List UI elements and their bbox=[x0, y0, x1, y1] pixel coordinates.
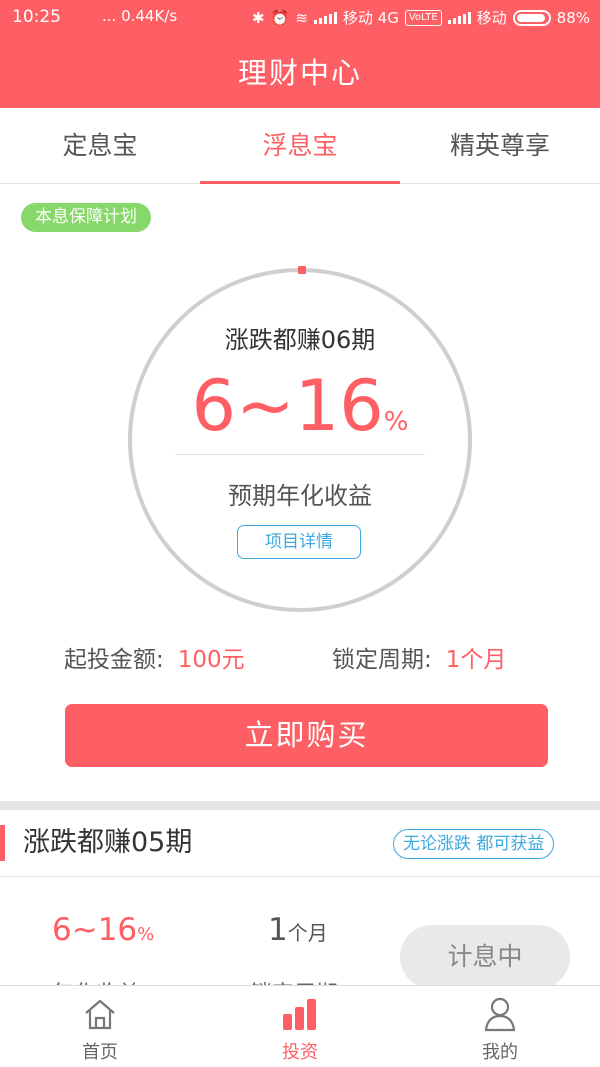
tab-fixed-interest[interactable]: 定息宝 bbox=[0, 108, 200, 183]
status-right: ✱ ⏰ ≋ 移动 4G VoLTE 移动 88% bbox=[252, 7, 590, 28]
nav-invest-label: 投资 bbox=[282, 1042, 318, 1063]
min-amount-value: 100元 bbox=[177, 647, 245, 673]
featured-rate: 6~16% bbox=[0, 366, 600, 462]
bottom-nav: 首页 投资 我的 bbox=[0, 985, 600, 1067]
featured-rate-label: 预期年化收益 bbox=[228, 482, 372, 510]
alarm-icon: ⏰ bbox=[270, 8, 290, 27]
buy-now-button[interactable]: 立即购买 bbox=[65, 704, 548, 767]
product-2-period: 1个月 bbox=[268, 912, 328, 948]
page-title: 理财中心 bbox=[237, 56, 362, 90]
progress-ring-marker bbox=[298, 266, 306, 274]
featured-product-name: 涨跌都赚06期 bbox=[224, 326, 376, 354]
status-time: 10:25 bbox=[12, 7, 61, 27]
nav-mine[interactable]: 我的 bbox=[400, 986, 600, 1067]
signal-icon bbox=[313, 11, 337, 24]
product-tabs: 定息宝 浮息宝 精英尊享 bbox=[0, 108, 600, 184]
tab-elite[interactable]: 精英尊享 bbox=[400, 108, 600, 183]
product-2-rate-value: 6~16 bbox=[52, 912, 138, 948]
signal-icon-2 bbox=[447, 11, 471, 24]
product-2-rate: 6~16% bbox=[52, 912, 154, 948]
nav-home[interactable]: 首页 bbox=[0, 986, 200, 1067]
plan-badge: 本息保障计划 bbox=[21, 203, 151, 232]
nav-invest[interactable]: 投资 bbox=[200, 986, 400, 1067]
ring-divider bbox=[175, 454, 425, 455]
product-2-period-value: 1 bbox=[268, 912, 288, 948]
carrier-1: 移动 4G bbox=[342, 9, 399, 27]
product-2-rate-unit: % bbox=[137, 924, 155, 945]
battery-icon bbox=[512, 9, 551, 26]
product-2-period-unit: 个月 bbox=[287, 921, 328, 945]
lock-period-value: 1个月 bbox=[445, 647, 507, 673]
app-header: 10:25 ... 0.44K/s ✱ ⏰ ≋ 移动 4G VoLTE 移动 8… bbox=[0, 0, 600, 108]
featured-rate-unit: % bbox=[383, 407, 409, 437]
carrier-2: 移动 bbox=[476, 9, 507, 27]
nav-home-label: 首页 bbox=[82, 1042, 118, 1063]
status-bar: 10:25 ... 0.44K/s ✱ ⏰ ≋ 移动 4G VoLTE 移动 8… bbox=[0, 0, 600, 34]
user-icon bbox=[484, 997, 516, 1032]
featured-rate-value: 6~16 bbox=[191, 365, 384, 447]
section-divider bbox=[0, 801, 600, 810]
min-amount-label: 起投金额: bbox=[64, 647, 164, 673]
product-2-divider bbox=[0, 876, 600, 877]
nav-mine-label: 我的 bbox=[482, 1042, 518, 1063]
wifi-icon: ≋ bbox=[295, 8, 308, 27]
battery-percent: 88% bbox=[556, 8, 590, 27]
product-2-status-button[interactable]: 计息中 bbox=[400, 925, 570, 989]
volte-badge: VoLTE bbox=[404, 9, 442, 26]
product-2-name[interactable]: 涨跌都赚05期 bbox=[0, 825, 192, 861]
project-detail-button[interactable]: 项目详情 bbox=[237, 525, 361, 559]
lock-period-stat: 锁定周期: 1个月 bbox=[332, 640, 506, 674]
investment-chart-icon bbox=[283, 999, 316, 1030]
tab-floating-interest[interactable]: 浮息宝 bbox=[200, 108, 400, 184]
lock-period-label: 锁定周期: bbox=[332, 647, 432, 673]
bluetooth-icon: ✱ bbox=[252, 8, 265, 27]
min-amount-stat: 起投金额: 100元 bbox=[64, 640, 245, 674]
product-2-tag: 无论涨跌 都可获益 bbox=[393, 829, 555, 859]
home-icon bbox=[85, 999, 115, 1030]
status-net-speed: ... 0.44K/s bbox=[102, 7, 178, 25]
